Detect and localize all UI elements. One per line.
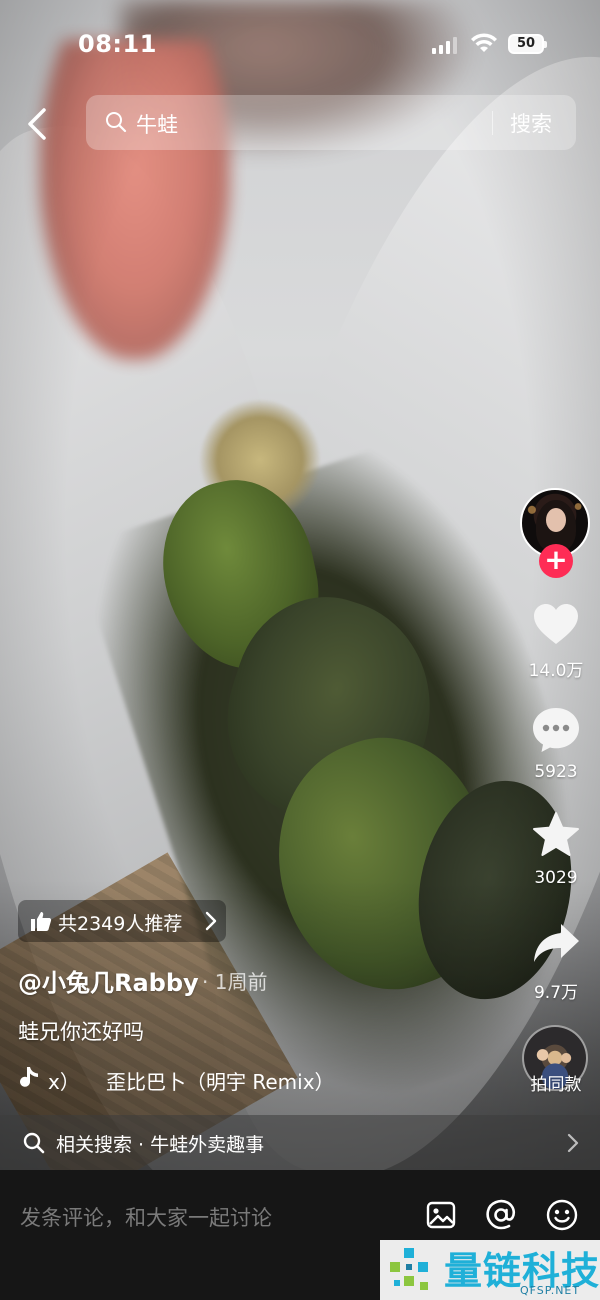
search-icon bbox=[23, 1132, 45, 1154]
author-name[interactable]: @小兔几Rabby bbox=[18, 963, 199, 998]
search-icon bbox=[106, 112, 127, 133]
watermark: 量链科技 QFSP.NET bbox=[380, 1240, 600, 1300]
status-time: 08:11 bbox=[78, 30, 157, 58]
star-icon[interactable] bbox=[531, 810, 581, 860]
heart-icon[interactable] bbox=[531, 600, 581, 650]
like-count: 14.0万 bbox=[528, 661, 584, 681]
share-count: 9.7万 bbox=[533, 983, 579, 1003]
music-title: 歪比巴卜（明宇 Remix） bbox=[106, 1070, 335, 1094]
comment-count: 5923 bbox=[534, 762, 578, 782]
battery-indicator: 50 bbox=[508, 34, 547, 54]
same-style-label[interactable]: 拍同款 bbox=[511, 1070, 600, 1095]
back-chevron-icon[interactable] bbox=[18, 102, 58, 146]
image-icon[interactable] bbox=[424, 1198, 458, 1232]
search-divider bbox=[492, 111, 493, 135]
emoji-icon[interactable] bbox=[545, 1198, 579, 1232]
chat-bubble-icon[interactable] bbox=[531, 705, 581, 755]
watermark-domain: QFSP.NET bbox=[520, 1284, 581, 1297]
follow-plus-button[interactable]: + bbox=[539, 544, 573, 578]
music-text-prefix: x） bbox=[48, 1070, 80, 1094]
thumbs-up-icon bbox=[31, 912, 52, 931]
search-button[interactable]: 搜索 bbox=[510, 108, 552, 138]
posted-time: · 1周前 bbox=[202, 970, 268, 994]
recommend-count-text: 共2349人推荐 bbox=[58, 913, 183, 935]
music-ticker[interactable]: x） 歪比巴卜（明宇 Remix） bbox=[18, 1064, 438, 1094]
related-search-text: 相关搜索 · 牛蛙外卖趣事 bbox=[56, 1134, 265, 1156]
recommend-pill[interactable]: 共2349人推荐 bbox=[18, 900, 226, 942]
share-arrow-icon[interactable] bbox=[531, 918, 581, 968]
video-caption: 蛙兄你还好吗 bbox=[18, 1020, 144, 1044]
favorite-count: 3029 bbox=[534, 868, 578, 888]
related-search-bar[interactable]: 相关搜索 · 牛蛙外卖趣事 bbox=[0, 1115, 600, 1170]
search-query[interactable]: 牛蛙 bbox=[136, 109, 178, 139]
music-note-icon bbox=[20, 1067, 38, 1087]
chevron-right-icon bbox=[205, 911, 217, 931]
status-bar: 08:11 50 bbox=[0, 0, 600, 88]
at-icon[interactable] bbox=[484, 1198, 518, 1232]
comment-input[interactable]: 发条评论，和大家一起讨论 bbox=[20, 1202, 272, 1232]
brand-logo bbox=[390, 1248, 428, 1290]
search-bar[interactable]: 牛蛙 搜索 bbox=[86, 95, 576, 150]
cellular-signal-icon bbox=[432, 36, 458, 54]
wifi-icon bbox=[471, 33, 497, 52]
chevron-right-icon bbox=[567, 1133, 579, 1153]
